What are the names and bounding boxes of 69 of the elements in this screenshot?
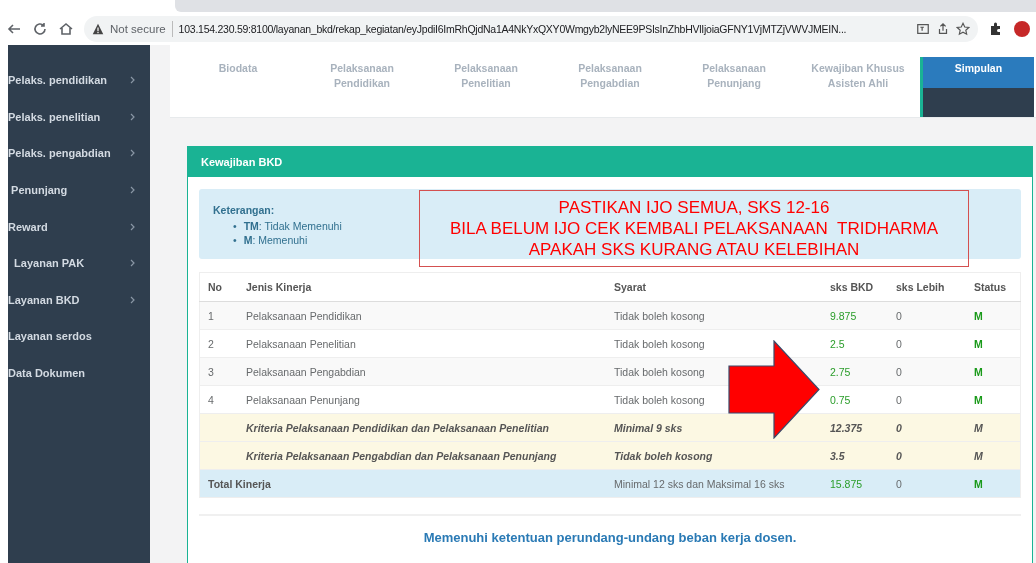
status-cell: M	[966, 301, 1021, 330]
column-header: Status	[966, 272, 1021, 302]
chevron-icon	[130, 295, 136, 304]
table-cell: 0	[888, 469, 966, 498]
table-cell: Pelaksanaan Pendidikan	[238, 301, 606, 330]
column-header: Syarat	[606, 272, 822, 302]
status-cell: M	[966, 357, 1021, 386]
table-cell: 0	[888, 441, 966, 470]
table-cell: Minimal 9 sks	[606, 413, 822, 442]
star-icon[interactable]	[956, 21, 970, 36]
table-cell: 0	[888, 357, 966, 386]
chevron-icon	[130, 76, 136, 85]
table-cell: Tidak boleh kosong	[606, 301, 822, 330]
translate-icon[interactable]	[916, 21, 930, 36]
annotation-text: PASTIKAN IJO SEMUA, SKS 12-16	[558, 197, 830, 218]
annotation-text: BILA BELUM IJO CEK KEMBALI PELAKSANAAN TRIDHARMA	[449, 218, 939, 239]
bullet: •	[233, 233, 237, 247]
column-header: No	[199, 272, 238, 302]
column-header: sks Lebih	[888, 272, 966, 302]
chevron-icon	[130, 186, 136, 195]
sidebar-item[interactable]: Layanan PAK	[8, 244, 150, 282]
legend-item: TM: Tidak Memenuhi	[243, 219, 342, 233]
sidebar-item[interactable]: Pelaks. pengabdian	[8, 135, 150, 172]
legend-item: M: Memenuhi	[243, 233, 308, 247]
table-cell: 0	[888, 301, 966, 330]
sidebar-item[interactable]: Pelaks. penelitian	[8, 98, 150, 136]
reload-icon[interactable]	[32, 20, 48, 37]
chevron-icon	[130, 259, 136, 268]
table-cell: 3.5	[822, 441, 888, 470]
column-header: Jenis Kinerja	[238, 272, 606, 302]
table-cell: Pelaksanaan Pengabdian	[238, 357, 606, 386]
status-cell: M	[966, 413, 1021, 442]
status-cell: M	[966, 469, 1021, 498]
address-bar[interactable]: Not secure 103.154.230.59:8100/layanan_bkd/rekap_kegiatan/eyJpdiI6ImRhQjdNa1A4NkYxQXY0Wmgyb2lyNEE9PSIsInZhbHVlIjoiaGFNY1VjMTZjVWVJMEIN...	[84, 15, 978, 42]
profile-avatar[interactable]	[1014, 20, 1030, 37]
table-cell: 0	[888, 413, 966, 442]
table-cell: 9.875	[822, 301, 888, 330]
card-title: Kewajiban BKD	[188, 147, 1032, 177]
table-cell: 15.875	[822, 469, 888, 498]
sidebar-item[interactable]: Data Dokumen	[8, 354, 150, 392]
table-cell: 12.375	[822, 413, 888, 442]
warning-icon	[92, 22, 104, 35]
home-icon[interactable]	[58, 20, 74, 37]
table-cell: Minimal 12 sks dan Maksimal 16 sks	[606, 469, 822, 498]
table-cell: 3	[199, 357, 238, 386]
table-cell: Tidak boleh kosong	[606, 441, 822, 470]
url-text: 103.154.230.59:8100/layanan_bkd/rekap_kegiatan/eyJpdiI6ImRhQjdNa1A4NkYxQXY0Wmgyb2lyNEE9PSIsInZhbHVlIjoiaGFNY1VjMTZjVWVJMEIN...	[178, 22, 848, 35]
table-cell: Kriteria Pelaksanaan Pengabdian dan Pelaksanaan Penunjang	[238, 441, 606, 470]
chevron-icon	[130, 222, 136, 231]
sidebar-item[interactable]: Layanan serdos	[8, 318, 150, 355]
result-message: Memenuhi ketentuan perundang-undang beban kerja dosen.	[422, 530, 798, 545]
legend-title: Keterangan:	[213, 203, 275, 217]
share-icon[interactable]	[936, 21, 950, 36]
column-header: sks BKD	[822, 272, 888, 302]
sidebar-item[interactable]: Reward	[8, 208, 150, 245]
tab[interactable]: Simpulan	[920, 57, 1034, 117]
security-label: Not secure	[110, 22, 166, 35]
status-cell: M	[966, 441, 1021, 470]
chevron-icon	[130, 112, 136, 121]
table-cell: Total Kinerja	[199, 469, 606, 498]
sidebar-item[interactable]: Penunjang	[8, 171, 150, 209]
chevron-icon	[130, 149, 136, 158]
sidebar-item[interactable]: Pelaks. pendidikan	[8, 62, 150, 99]
bullet: •	[233, 219, 237, 233]
table-cell: Kriteria Pelaksanaan Pendidikan dan Pelaksanaan Penelitian	[238, 413, 606, 442]
table-cell: 1	[199, 301, 238, 330]
annotation-text: APAKAH SKS KURANG ATAU KELEBIHAN	[528, 239, 860, 260]
sidebar-item[interactable]: Layanan BKD	[8, 281, 150, 319]
table-cell: 2.75	[822, 357, 888, 386]
